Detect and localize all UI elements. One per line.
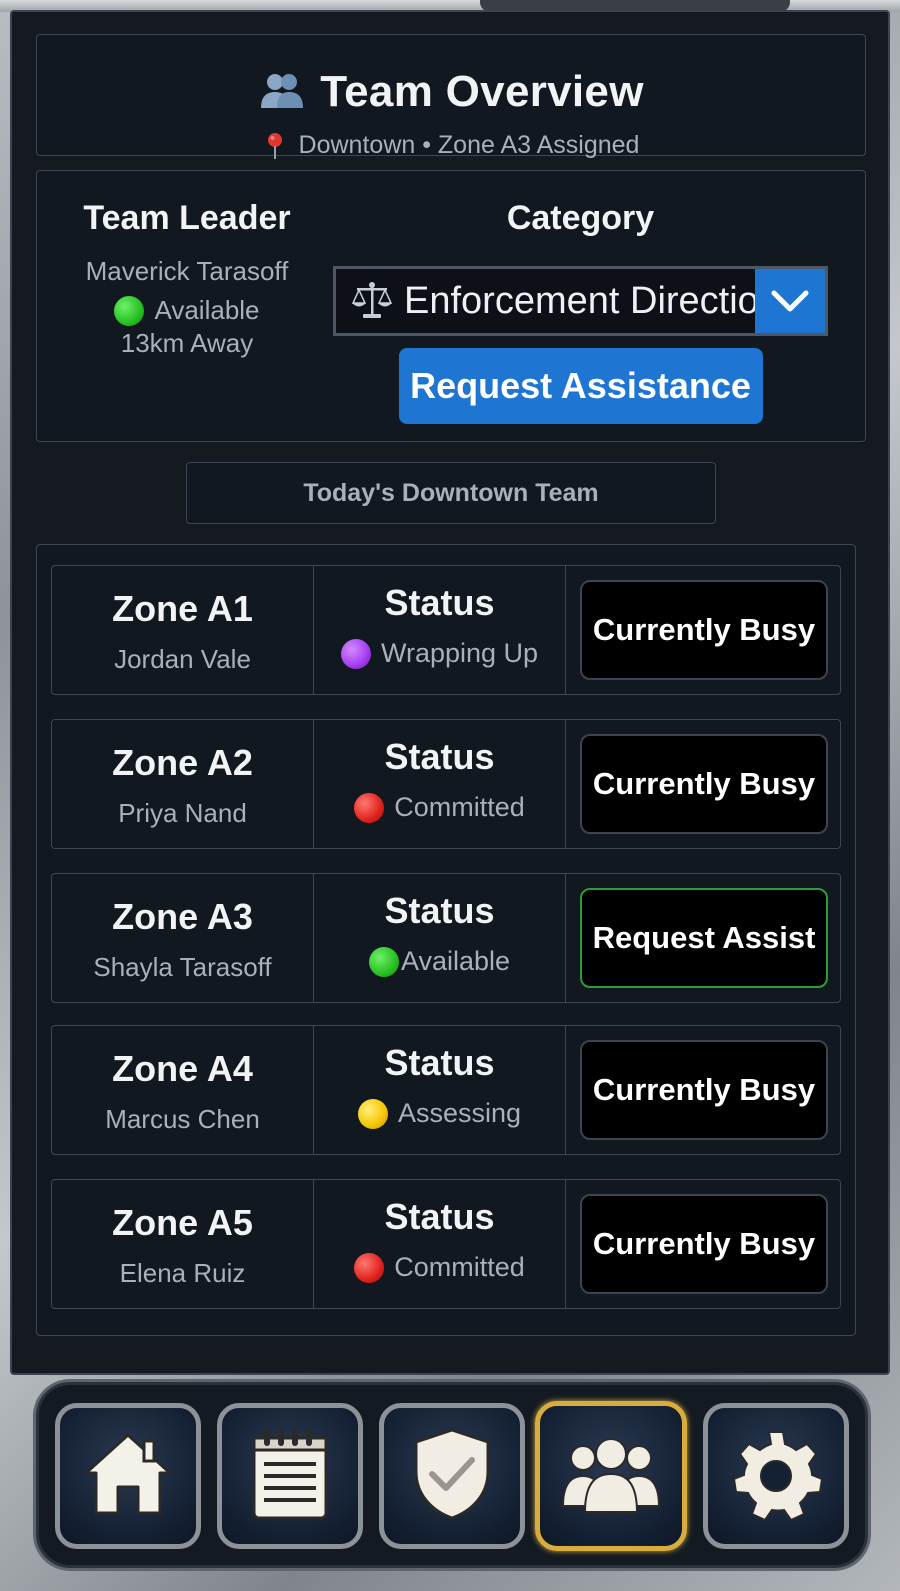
status-dot-icon bbox=[354, 792, 385, 823]
status-heading: Status bbox=[384, 736, 495, 777]
pin-icon bbox=[263, 132, 287, 160]
currently-busy-button[interactable]: Currently Busy bbox=[580, 1040, 828, 1140]
status-dot-icon bbox=[114, 295, 145, 326]
notepad-icon bbox=[248, 1426, 332, 1527]
status-text: Committed bbox=[394, 792, 525, 822]
currently-busy-button[interactable]: Currently Busy bbox=[580, 734, 828, 834]
zone-title: Zone A2 bbox=[112, 742, 253, 783]
zone-title: Zone A1 bbox=[112, 588, 253, 629]
zone-row: Zone A2 Priya Nand Status Committed Curr… bbox=[51, 719, 841, 849]
category-heading: Category bbox=[506, 199, 655, 237]
zone-title: Zone A3 bbox=[112, 896, 253, 937]
zone-row: Zone A4 Marcus Chen Status Assessing Cur… bbox=[51, 1025, 841, 1155]
leader-name: Maverick Tarasoff bbox=[85, 256, 289, 286]
zone-member-name: Jordan Vale bbox=[114, 644, 251, 674]
status-text: Assessing bbox=[397, 1098, 522, 1128]
status-line: Committed bbox=[314, 1252, 565, 1283]
zone-row: Zone A1 Jordan Vale Status Wrapping Up C… bbox=[51, 565, 841, 695]
status-cell: Status Committed bbox=[314, 720, 566, 848]
nav-home-button[interactable] bbox=[55, 1403, 201, 1549]
zone-cell: Zone A1 Jordan Vale bbox=[52, 566, 314, 694]
status-line: Available bbox=[314, 946, 565, 977]
status-dot-icon bbox=[368, 946, 399, 977]
zone-title: Zone A4 bbox=[112, 1048, 253, 1089]
bottom-nav bbox=[36, 1382, 868, 1568]
page-title: Team Overview bbox=[320, 67, 644, 116]
zone-row: Zone A3 Shayla Tarasoff Status Available… bbox=[51, 873, 841, 1003]
zone-member-name: Elena Ruiz bbox=[119, 1258, 246, 1288]
shield-check-icon bbox=[410, 1426, 494, 1527]
zone-cell: Zone A2 Priya Nand bbox=[52, 720, 314, 848]
home-icon bbox=[80, 1429, 176, 1524]
zone-member-name: Priya Nand bbox=[118, 798, 247, 828]
status-heading: Status bbox=[384, 1042, 495, 1083]
status-line: Committed bbox=[314, 792, 565, 823]
status-cell: Status Wrapping Up bbox=[314, 566, 566, 694]
header-card: Team Overview Downtown • Zone A3 Assigne… bbox=[36, 34, 866, 159]
nav-team-button[interactable] bbox=[535, 1401, 687, 1551]
nav-shield-button[interactable] bbox=[379, 1403, 525, 1549]
leader-status: Available bbox=[57, 295, 317, 326]
team-leader-heading: Team Leader bbox=[83, 199, 291, 237]
zone-member-name: Shayla Tarasoff bbox=[93, 952, 272, 982]
scale-icon bbox=[350, 279, 394, 323]
status-line: Assessing bbox=[314, 1098, 565, 1129]
nav-settings-button[interactable] bbox=[703, 1403, 849, 1549]
zone-row: Zone A5 Elena Ruiz Status Committed Curr… bbox=[51, 1179, 841, 1309]
status-dot-icon bbox=[357, 1098, 388, 1129]
request-assistance-button[interactable]: Request Assistance bbox=[398, 348, 763, 424]
location-text: Downtown • Zone A3 Assigned bbox=[298, 131, 640, 159]
team-label: Today's Downtown Team bbox=[186, 462, 716, 524]
currently-busy-button[interactable]: Currently Busy bbox=[580, 1194, 828, 1294]
zone-cell: Zone A3 Shayla Tarasoff bbox=[52, 874, 314, 1002]
team-leader-section: Team Leader Maverick Tarasoff Available … bbox=[57, 199, 317, 359]
status-text: Committed bbox=[394, 1252, 525, 1282]
status-line: Wrapping Up bbox=[314, 638, 565, 669]
gear-icon bbox=[728, 1426, 824, 1527]
status-cell: Status Committed bbox=[314, 1180, 566, 1308]
zone-list: Zone A1 Jordan Vale Status Wrapping Up C… bbox=[36, 544, 856, 1336]
status-cell: Status Assessing bbox=[314, 1026, 566, 1154]
status-dot-icon bbox=[354, 1252, 385, 1283]
currently-busy-button[interactable]: Currently Busy bbox=[580, 580, 828, 680]
status-cell: Status Available bbox=[314, 874, 566, 1002]
status-text: Wrapping Up bbox=[380, 638, 539, 668]
chevron-down-icon[interactable] bbox=[755, 269, 825, 333]
zone-cell: Zone A5 Elena Ruiz bbox=[52, 1180, 314, 1308]
status-heading: Status bbox=[384, 1196, 495, 1237]
category-select-value: Enforcement Direction bbox=[404, 279, 758, 322]
leader-status-text: Available bbox=[154, 295, 260, 325]
request-assist-button[interactable]: Request Assist bbox=[580, 888, 828, 988]
category-select[interactable]: Enforcement Direction bbox=[333, 266, 828, 336]
zone-cell: Zone A4 Marcus Chen bbox=[52, 1026, 314, 1154]
status-text: Available bbox=[400, 946, 511, 976]
leader-distance: 13km Away bbox=[120, 328, 254, 358]
team-icon bbox=[258, 70, 306, 115]
team-icon bbox=[559, 1434, 663, 1519]
leader-category-card: Team Leader Maverick Tarasoff Available … bbox=[36, 170, 866, 442]
category-section: Category Enforcement Direction Request A… bbox=[333, 199, 828, 424]
status-heading: Status bbox=[384, 890, 495, 931]
status-heading: Status bbox=[384, 582, 495, 623]
zone-member-name: Marcus Chen bbox=[105, 1104, 260, 1134]
team-overview-panel: Team Overview Downtown • Zone A3 Assigne… bbox=[10, 10, 890, 1375]
zone-title: Zone A5 bbox=[112, 1202, 253, 1243]
status-dot-icon bbox=[340, 638, 371, 669]
nav-notes-button[interactable] bbox=[217, 1403, 363, 1549]
